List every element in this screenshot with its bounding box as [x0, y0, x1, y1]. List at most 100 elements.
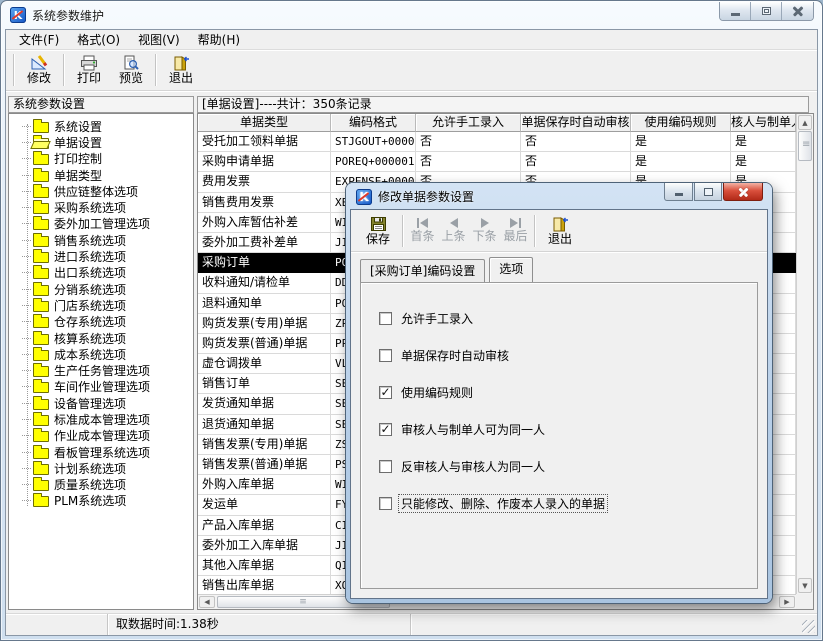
print-button[interactable]: 打印: [68, 52, 110, 89]
preview-button[interactable]: 预览: [110, 52, 152, 89]
dialog-maximize-button[interactable]: [694, 183, 722, 201]
sidebar-item[interactable]: 生产任务管理选项: [9, 362, 193, 378]
sidebar-item[interactable]: 分销系统选项: [9, 281, 193, 297]
minimize-button[interactable]: [720, 2, 751, 20]
sidebar-item[interactable]: 成本系统选项: [9, 346, 193, 362]
folder-icon: [33, 252, 49, 263]
status-section-right: [410, 614, 817, 635]
sidebar-item[interactable]: 仓存系统选项: [9, 314, 193, 330]
table-cell: 采购申请单据: [198, 152, 331, 172]
table-cell: 否: [416, 152, 521, 172]
sidebar-item[interactable]: 标准成本管理选项: [9, 411, 193, 427]
sidebar-item[interactable]: 供应链整体选项: [9, 183, 193, 199]
sidebar-item-label: 生产任务管理选项: [54, 362, 150, 379]
sidebar-item-label: 质量系统选项: [54, 476, 126, 493]
checkbox[interactable]: [379, 349, 392, 362]
vertical-scroll-thumb[interactable]: [798, 131, 812, 161]
nav-next-label: 下条: [472, 230, 496, 243]
sidebar-item[interactable]: 车间作业管理选项: [9, 379, 193, 395]
vertical-scrollbar[interactable]: ▲ ▼: [796, 114, 813, 594]
sidebar-item[interactable]: 作业成本管理选项: [9, 428, 193, 444]
sidebar-tree: 系统设置单据设置打印控制单据类型供应链整体选项采购系统选项委外加工管理选项销售系…: [8, 113, 194, 610]
scroll-right-icon[interactable]: ▶: [779, 596, 795, 608]
app-icon: K: [10, 7, 26, 23]
folder-icon: [33, 448, 49, 459]
checkbox-row[interactable]: 单据保存时自动审核: [379, 347, 757, 364]
sidebar-item[interactable]: 单据类型: [9, 167, 193, 183]
nav-prev-button[interactable]: 上条: [438, 212, 469, 250]
menu-format[interactable]: 格式(O): [68, 29, 129, 50]
dialog-tabs: [采购订单]编码设置 选项: [351, 252, 767, 282]
sidebar-item[interactable]: 门店系统选项: [9, 297, 193, 313]
menu-file[interactable]: 文件(F): [10, 29, 68, 50]
folder-icon: [33, 366, 49, 377]
sidebar-item[interactable]: 采购系统选项: [9, 199, 193, 215]
column-header[interactable]: 单据类型: [198, 114, 331, 132]
column-header[interactable]: 单据保存时自动审核: [521, 114, 631, 132]
checkbox-row[interactable]: 反审核人与审核人为同一人: [379, 458, 757, 475]
sidebar-item[interactable]: 计划系统选项: [9, 460, 193, 476]
nav-last-label: 最后: [503, 230, 527, 243]
sidebar-item[interactable]: 设备管理选项: [9, 395, 193, 411]
exit-label: 退出: [169, 72, 193, 85]
table-header-row: 单据类型编码格式允许手工录入单据保存时自动审核使用编码规则核人与制单人: [198, 114, 813, 132]
column-header[interactable]: 允许手工录入: [416, 114, 521, 132]
checkbox[interactable]: ✓: [379, 423, 392, 436]
nav-next-button[interactable]: 下条: [469, 212, 500, 250]
sidebar-item[interactable]: 打印控制: [9, 151, 193, 167]
checkbox[interactable]: [379, 460, 392, 473]
sidebar-item[interactable]: 进口系统选项: [9, 248, 193, 264]
dialog-exit-button[interactable]: 退出: [539, 212, 581, 250]
exit-button[interactable]: 退出: [160, 52, 202, 89]
nav-first-button[interactable]: 首条: [407, 212, 438, 250]
column-header[interactable]: 核人与制单人: [731, 114, 796, 132]
menu-help[interactable]: 帮助(H): [189, 29, 249, 50]
tree-connector: [22, 484, 31, 485]
toolbar: 修改 打印 预览 退出: [6, 50, 817, 91]
tab-options[interactable]: 选项: [489, 257, 533, 282]
restore-button[interactable]: [751, 2, 782, 20]
checkbox-row[interactable]: ✓使用编码规则: [379, 384, 757, 401]
dialog-close-button[interactable]: [723, 183, 763, 201]
sidebar-item-label: 委外加工管理选项: [54, 215, 150, 232]
table-row[interactable]: 受托加工领料单据STJGOUT+000001否否是是: [198, 132, 796, 152]
tree-connector: [22, 158, 31, 159]
tab-coding-settings[interactable]: [采购订单]编码设置: [360, 259, 485, 282]
record-nav-group: 首条 上条 下条 最后: [407, 212, 531, 250]
dialog-minimize-button[interactable]: [664, 183, 693, 201]
menu-view[interactable]: 视图(V): [129, 29, 189, 50]
sidebar-item[interactable]: 出口系统选项: [9, 265, 193, 281]
sidebar-item-label: 车间作业管理选项: [54, 378, 150, 395]
table-row[interactable]: 采购申请单据POREQ+000001否否是是: [198, 152, 796, 172]
dialog-title: 修改单据参数设置: [378, 188, 474, 205]
nav-last-button[interactable]: 最后: [500, 212, 531, 250]
column-header[interactable]: 使用编码规则: [631, 114, 731, 132]
scroll-up-icon[interactable]: ▲: [798, 115, 812, 130]
table-cell: 费用发票: [198, 172, 331, 192]
folder-icon: [33, 415, 49, 426]
sidebar-item[interactable]: 系统设置: [9, 118, 193, 134]
checkbox-row[interactable]: ✓审核人与制单人可为同一人: [379, 421, 757, 438]
sidebar-item[interactable]: 委外加工管理选项: [9, 216, 193, 232]
sidebar-item[interactable]: 核算系统选项: [9, 330, 193, 346]
checkbox[interactable]: [379, 312, 392, 325]
checkbox[interactable]: [379, 497, 392, 510]
sidebar-item[interactable]: 看板管理系统选项: [9, 444, 193, 460]
app-icon-letter: K: [359, 190, 368, 204]
checkbox[interactable]: ✓: [379, 386, 392, 399]
scroll-down-icon[interactable]: ▼: [798, 578, 812, 593]
save-button[interactable]: 保存: [357, 212, 399, 250]
folder-icon: [33, 171, 49, 182]
sidebar-item[interactable]: 销售系统选项: [9, 232, 193, 248]
sidebar-item[interactable]: 质量系统选项: [9, 477, 193, 493]
modify-button[interactable]: 修改: [18, 52, 60, 89]
scroll-left-icon[interactable]: ◀: [199, 596, 215, 608]
sidebar-item[interactable]: 单据设置: [9, 134, 193, 150]
checkbox-row[interactable]: 只能修改、删除、作废本人录入的单据: [379, 495, 757, 512]
checkbox-row[interactable]: 允许手工录入: [379, 310, 757, 327]
options-panel: 允许手工录入单据保存时自动审核 ✓使用编码规则 ✓审核人与制单人可为同一人反审核人与…: [360, 282, 758, 589]
sidebar-item[interactable]: PLM系统选项: [9, 493, 193, 509]
close-button[interactable]: [782, 2, 813, 20]
column-header[interactable]: 编码格式: [331, 114, 416, 132]
resize-grip[interactable]: [802, 620, 815, 633]
